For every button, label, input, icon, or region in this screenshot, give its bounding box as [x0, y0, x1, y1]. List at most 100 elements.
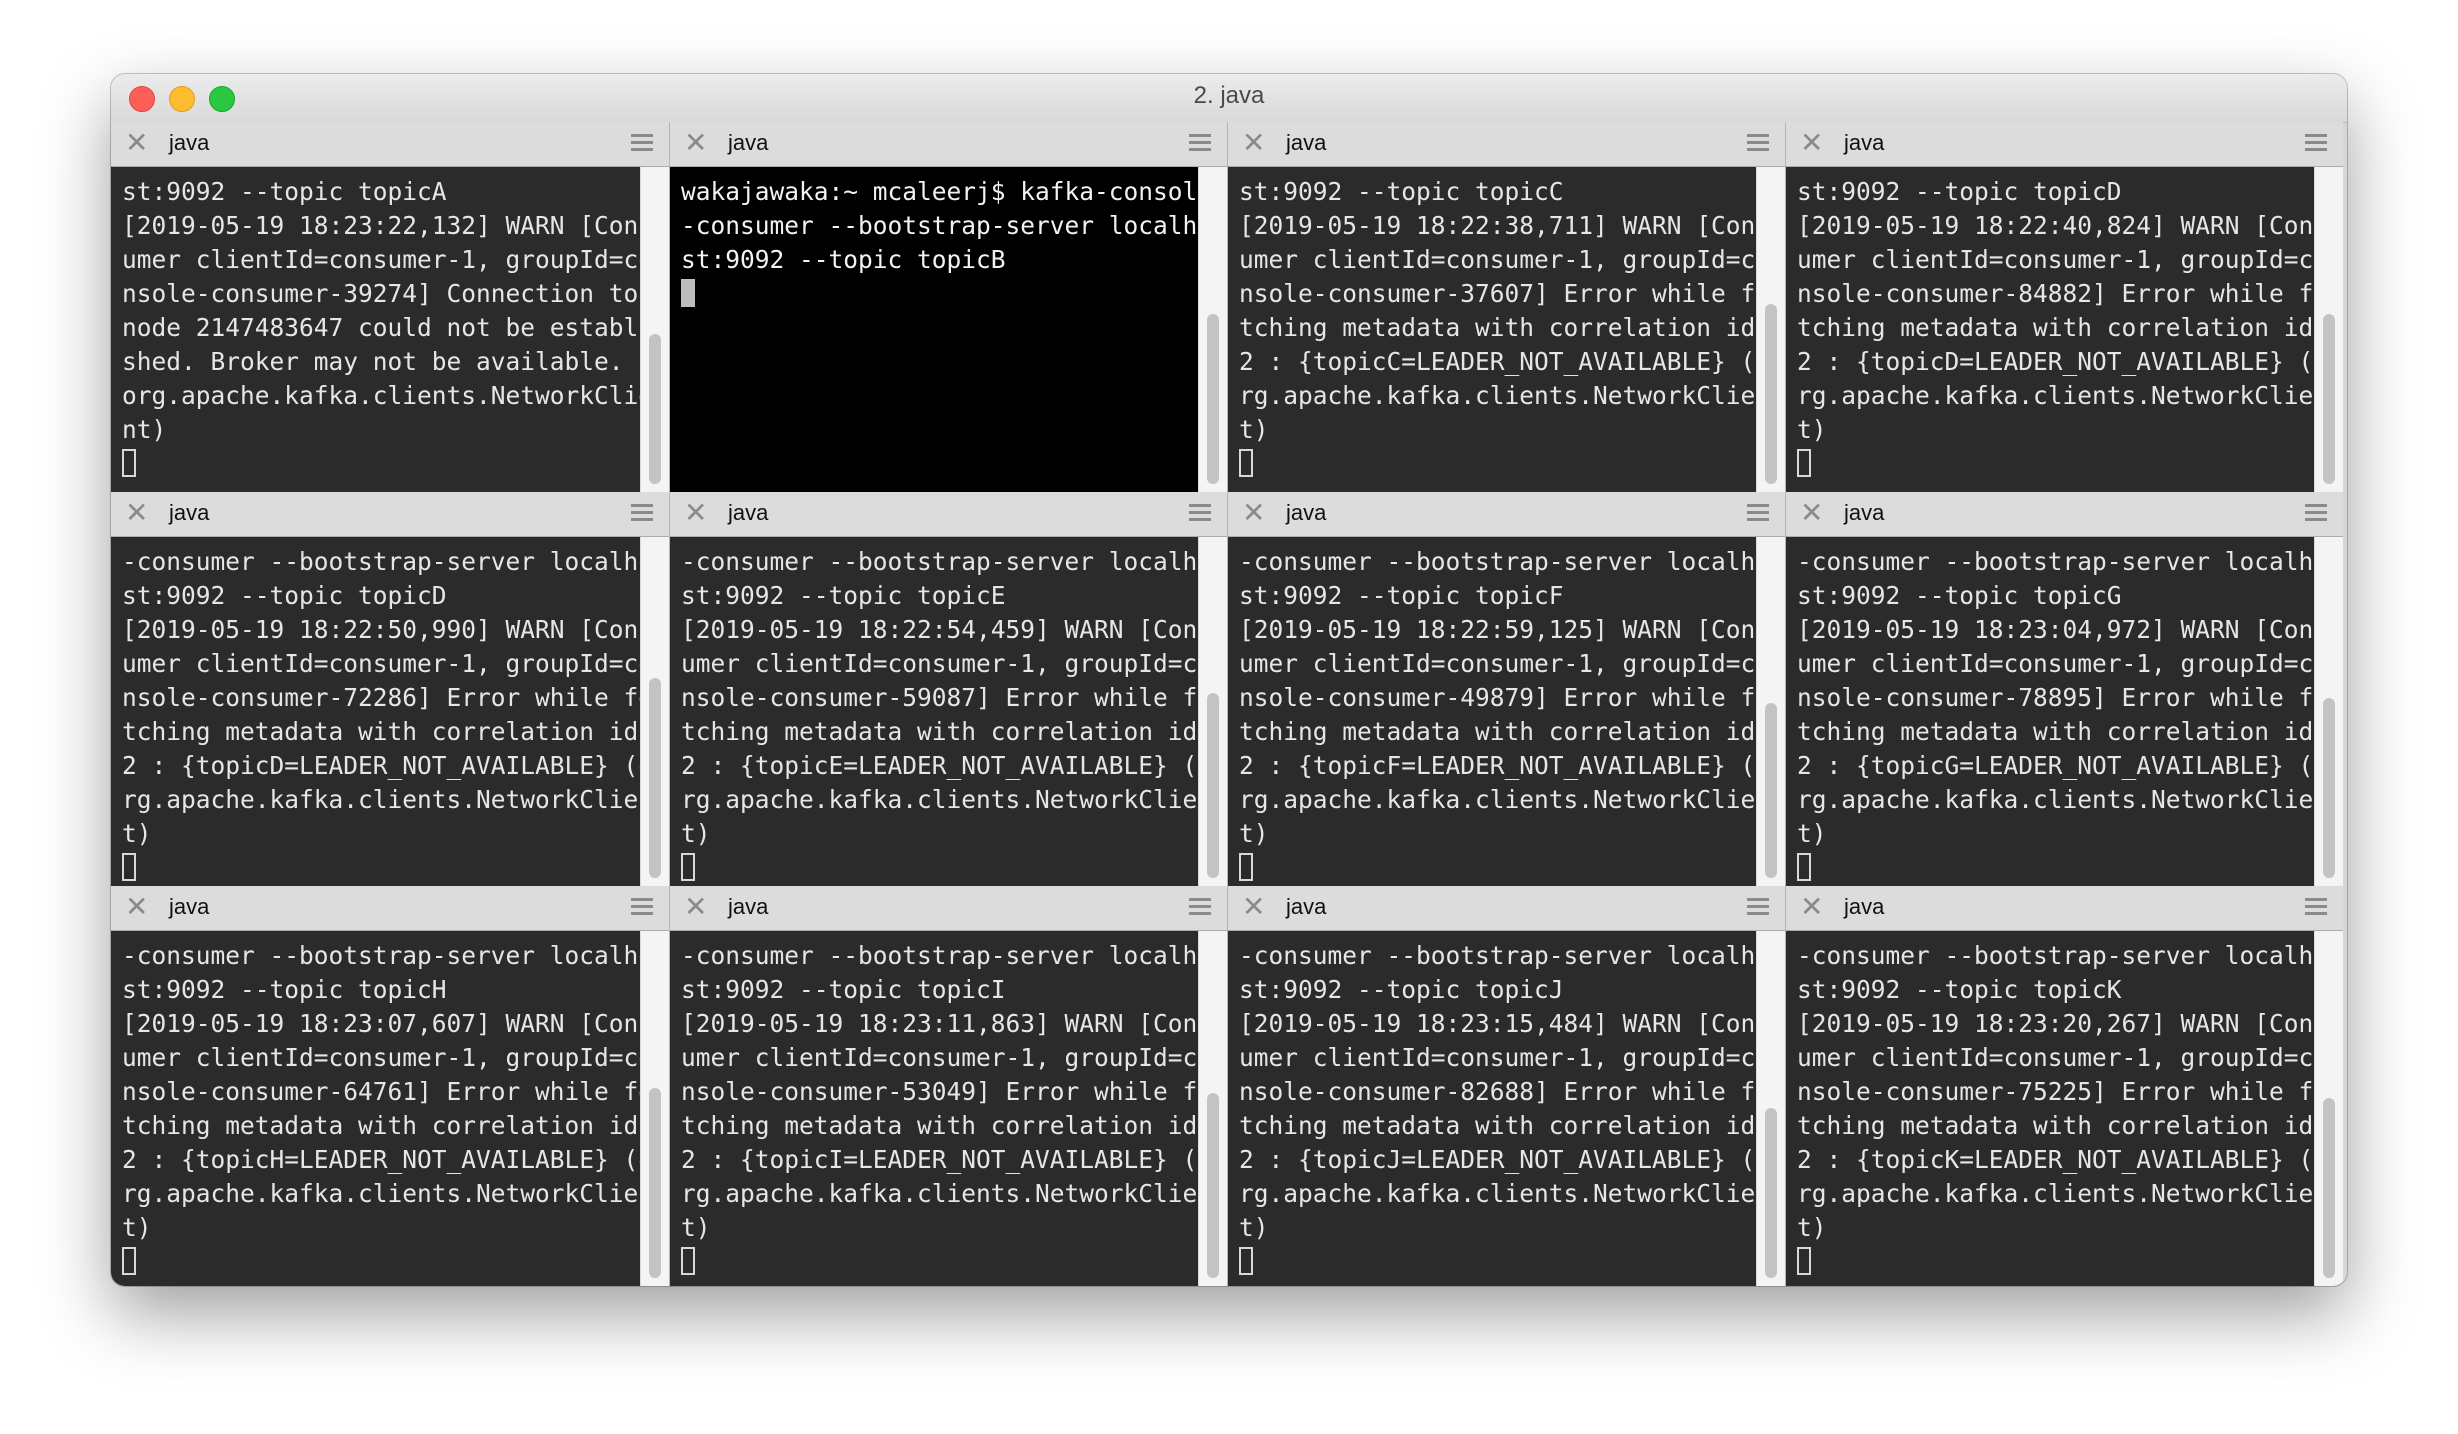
- terminal-output: -consumer --bootstrap-server localho st:9…: [1239, 939, 1771, 1279]
- close-icon[interactable]: ✕: [1242, 129, 1265, 157]
- hamburger-menu-icon[interactable]: [2305, 134, 2327, 152]
- scrollbar-thumb[interactable]: [1765, 703, 1777, 878]
- scrollbar[interactable]: [1756, 537, 1785, 886]
- terminal-output-area[interactable]: st:9092 --topic topicC [2019-05-19 18:22:…: [1228, 167, 1785, 492]
- terminal-output-area[interactable]: -consumer --bootstrap-server localho st:9…: [1786, 931, 2343, 1286]
- terminal-output-area[interactable]: -consumer --bootstrap-server localho st:9…: [1228, 537, 1785, 886]
- close-icon[interactable]: ✕: [684, 893, 707, 921]
- output-line: nsole-consumer-37607] Error while fe: [1239, 279, 1771, 308]
- output-line: umer clientId=consumer-1, groupId=co: [122, 1043, 654, 1072]
- pane-tab-label: java: [728, 500, 769, 525]
- scrollbar-thumb[interactable]: [1207, 314, 1219, 484]
- terminal-pane[interactable]: ✕ java -consumer --bootstrap-server localh…: [111, 886, 669, 1286]
- scrollbar-thumb[interactable]: [1207, 1093, 1219, 1278]
- hamburger-menu-icon[interactable]: [631, 134, 653, 152]
- output-line: t): [1797, 415, 1827, 444]
- output-line: tching metadata with correlation id: [681, 1111, 1198, 1140]
- scrollbar[interactable]: [640, 167, 669, 492]
- terminal-output-area[interactable]: -consumer --bootstrap-server localho st:9…: [111, 931, 669, 1286]
- close-icon[interactable]: ✕: [125, 893, 148, 921]
- terminal-pane[interactable]: ✕ java st:9092 --topic topicA [2019-05-19 1…: [111, 122, 669, 492]
- close-icon[interactable]: ✕: [1800, 893, 1823, 921]
- hamburger-menu-icon[interactable]: [1747, 898, 1769, 916]
- output-line: st:9092 --topic topicB: [681, 245, 1006, 274]
- scrollbar-thumb[interactable]: [2323, 1098, 2335, 1278]
- terminal-output-area[interactable]: -consumer --bootstrap-server localho st:9…: [670, 537, 1227, 886]
- scrollbar[interactable]: [2314, 537, 2343, 886]
- output-line: st:9092 --topic topicK: [1797, 975, 2122, 1004]
- scrollbar[interactable]: [1198, 931, 1227, 1286]
- scrollbar-thumb[interactable]: [1207, 693, 1219, 878]
- close-icon[interactable]: ✕: [1242, 499, 1265, 527]
- cursor: [1239, 853, 1253, 881]
- terminal-output-area[interactable]: -consumer --bootstrap-server localho st:9…: [1228, 931, 1785, 1286]
- close-icon[interactable]: ✕: [684, 129, 707, 157]
- scrollbar-thumb[interactable]: [649, 678, 661, 878]
- scrollbar[interactable]: [2314, 167, 2343, 492]
- hamburger-menu-icon[interactable]: [1189, 504, 1211, 522]
- terminal-output-area[interactable]: -consumer --bootstrap-server localho st:9…: [1786, 537, 2343, 886]
- output-line: 2 : {topicD=LEADER_NOT_AVAILABLE} (o: [122, 751, 654, 780]
- close-icon[interactable]: ✕: [125, 129, 148, 157]
- scrollbar-thumb[interactable]: [2323, 698, 2335, 878]
- output-line: nsole-consumer-39274] Connection to: [122, 279, 639, 308]
- scrollbar-thumb[interactable]: [1765, 1108, 1777, 1278]
- terminal-pane[interactable]: ✕ java -consumer --bootstrap-server localh…: [669, 886, 1227, 1286]
- pane-tab-label: java: [169, 500, 210, 525]
- output-line: -consumer --bootstrap-server localho: [681, 941, 1213, 970]
- terminal-pane[interactable]: ✕ java st:9092 --topic topicC [2019-05-19 1…: [1227, 122, 1785, 492]
- output-line: st:9092 --topic topicD: [1797, 177, 2122, 206]
- output-line: tching metadata with correlation id: [1797, 1111, 2314, 1140]
- pane-tab-bar: ✕ java: [1786, 122, 2343, 167]
- hamburger-menu-icon[interactable]: [631, 898, 653, 916]
- close-icon[interactable]: ✕: [125, 499, 148, 527]
- terminal-pane[interactable]: ✕ java -consumer --bootstrap-server localh…: [1785, 886, 2343, 1286]
- hamburger-menu-icon[interactable]: [1189, 898, 1211, 916]
- output-line: umer clientId=consumer-1, groupId=co: [1239, 1043, 1771, 1072]
- terminal-output-area[interactable]: st:9092 --topic topicD [2019-05-19 18:22:…: [1786, 167, 2343, 492]
- close-icon[interactable]: ✕: [1800, 499, 1823, 527]
- scrollbar-thumb[interactable]: [649, 1088, 661, 1278]
- terminal-pane[interactable]: ✕ java -consumer --bootstrap-server localh…: [111, 492, 669, 886]
- scrollbar[interactable]: [1756, 167, 1785, 492]
- output-line: nsole-consumer-72286] Error while fe: [122, 683, 654, 712]
- terminal-output-area[interactable]: -consumer --bootstrap-server localho st:9…: [670, 931, 1227, 1286]
- terminal-output-area[interactable]: -consumer --bootstrap-server localho st:9…: [111, 537, 669, 886]
- terminal-pane[interactable]: ✕ java -consumer --bootstrap-server localh…: [1227, 886, 1785, 1286]
- output-line: st:9092 --topic topicH: [122, 975, 447, 1004]
- output-line: umer clientId=consumer-1, groupId=co: [1239, 649, 1771, 678]
- scrollbar[interactable]: [640, 537, 669, 886]
- scrollbar[interactable]: [640, 931, 669, 1286]
- pane-tab-label: java: [169, 894, 210, 919]
- pane-tab-bar: ✕ java: [111, 886, 669, 931]
- hamburger-menu-icon[interactable]: [1747, 134, 1769, 152]
- cursor: [1797, 1247, 1811, 1275]
- output-line: -consumer --bootstrap-server localho: [122, 547, 654, 576]
- hamburger-menu-icon[interactable]: [2305, 504, 2327, 522]
- scrollbar-thumb[interactable]: [649, 334, 661, 484]
- scrollbar[interactable]: [2314, 931, 2343, 1286]
- hamburger-menu-icon[interactable]: [631, 504, 653, 522]
- hamburger-menu-icon[interactable]: [1747, 504, 1769, 522]
- terminal-output-area[interactable]: wakajawaka:~ mcaleerj$ kafka-console -con…: [670, 167, 1227, 492]
- scrollbar-thumb[interactable]: [2323, 314, 2335, 484]
- close-icon[interactable]: ✕: [684, 499, 707, 527]
- output-line: tching metadata with correlation id: [681, 717, 1198, 746]
- hamburger-menu-icon[interactable]: [1189, 134, 1211, 152]
- scrollbar[interactable]: [1198, 537, 1227, 886]
- terminal-pane[interactable]: ✕ java -consumer --bootstrap-server localh…: [1785, 492, 2343, 886]
- scrollbar[interactable]: [1198, 167, 1227, 492]
- scrollbar[interactable]: [1756, 931, 1785, 1286]
- close-icon[interactable]: ✕: [1800, 129, 1823, 157]
- scrollbar-thumb[interactable]: [1765, 304, 1777, 484]
- terminal-pane[interactable]: ✕ java -consumer --bootstrap-server localh…: [1227, 492, 1785, 886]
- hamburger-menu-icon[interactable]: [2305, 898, 2327, 916]
- close-icon[interactable]: ✕: [1242, 893, 1265, 921]
- output-line: rg.apache.kafka.clients.NetworkClien: [122, 785, 654, 814]
- output-line: rg.apache.kafka.clients.NetworkClien: [1239, 785, 1771, 814]
- pane-tab-label: java: [1844, 500, 1885, 525]
- terminal-pane[interactable]: ✕ java -consumer --bootstrap-server localh…: [669, 492, 1227, 886]
- terminal-pane[interactable]: ✕ java st:9092 --topic topicD [2019-05-19 1…: [1785, 122, 2343, 492]
- terminal-pane[interactable]: ✕ java wakajawaka:~ mcaleerj$ kafka-consol…: [669, 122, 1227, 492]
- terminal-output-area[interactable]: st:9092 --topic topicA [2019-05-19 18:23:…: [111, 167, 669, 492]
